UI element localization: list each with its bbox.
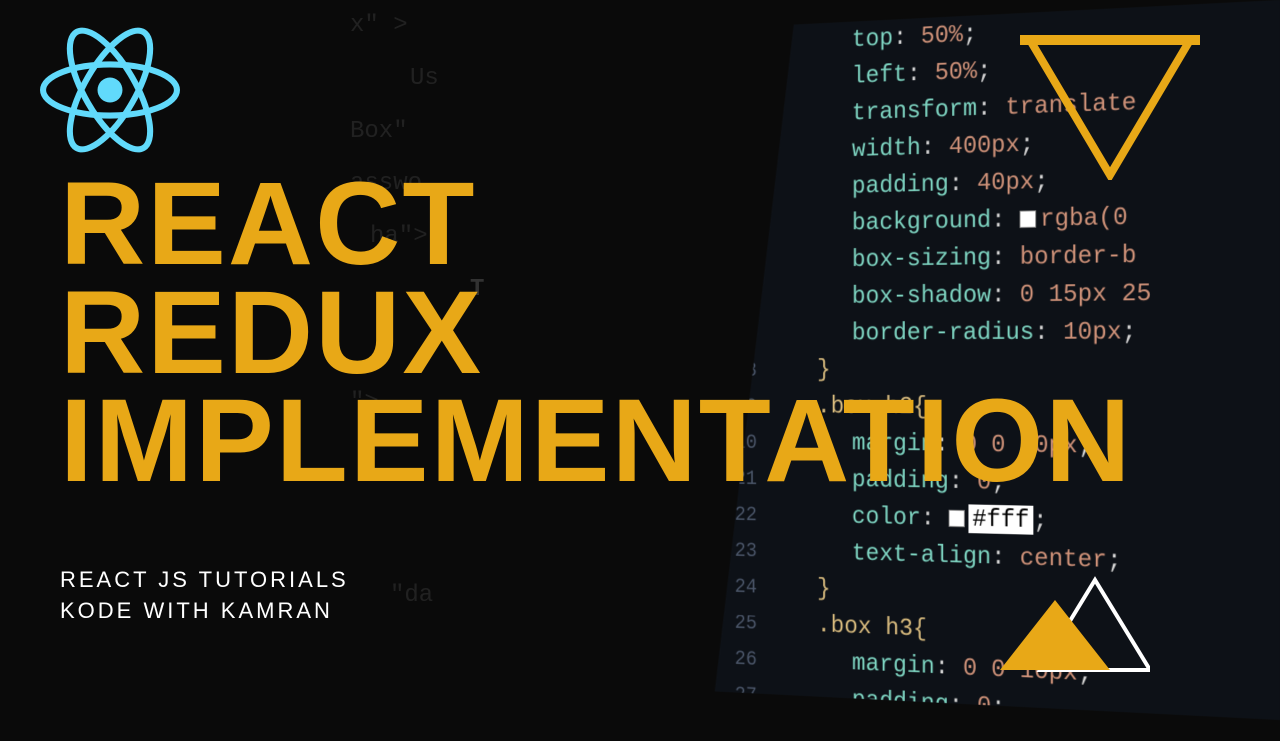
subtitle-line-1: REACT JS TUTORIALS <box>60 565 349 596</box>
react-logo-icon <box>40 20 180 160</box>
triangle-decoration-bottom-icon <box>1000 570 1150 680</box>
title-line-3: IMPLEMENTATION <box>60 387 1132 496</box>
title-line-2: REDUX <box>60 279 1132 388</box>
subtitle: REACT JS TUTORIALS KODE WITH KAMRAN <box>60 565 349 627</box>
triangle-decoration-top-icon <box>1020 30 1200 180</box>
subtitle-line-2: KODE WITH KAMRAN <box>60 596 349 627</box>
main-title: REACT REDUX IMPLEMENTATION <box>60 170 1132 496</box>
title-line-1: REACT <box>60 170 1132 279</box>
